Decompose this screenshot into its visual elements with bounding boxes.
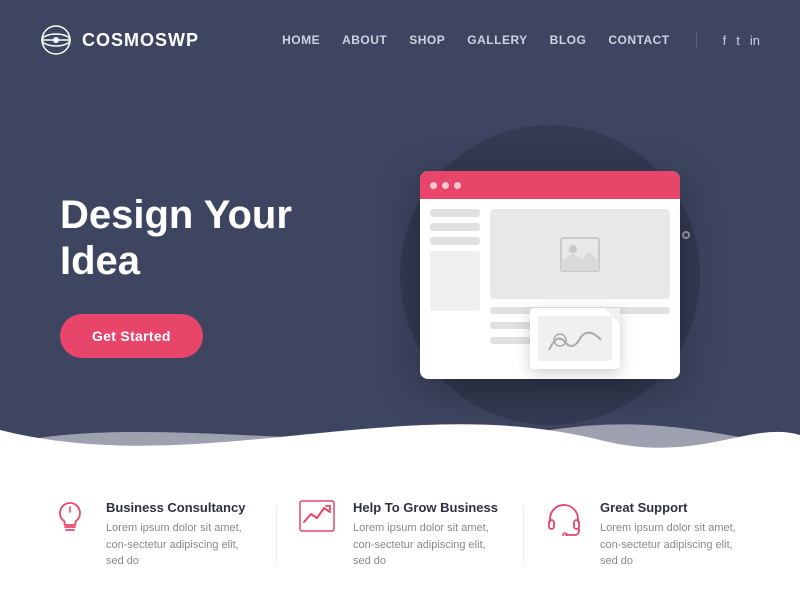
hero-title: Design Your Idea [60, 192, 360, 284]
nav-contact[interactable]: CONTACT [608, 33, 669, 47]
image-icon [560, 237, 600, 272]
hero-section: COSMOSWP HOME ABOUT SHOP GALLERY BLOG CO… [0, 0, 800, 470]
business-icon-wrap [50, 500, 90, 536]
browser-image [490, 209, 670, 299]
feature-business-text: Business Consultancy Lorem ipsum dolor s… [106, 500, 256, 570]
feature-business: Business Consultancy Lorem ipsum dolor s… [50, 500, 256, 570]
feature-support: Great Support Lorem ipsum dolor sit amet… [544, 500, 750, 570]
browser-mockup [420, 171, 680, 379]
brand-name: COSMOSWP [82, 30, 199, 51]
browser-bar [420, 171, 680, 199]
sidebar-line-2 [430, 223, 480, 231]
feature-divider-2 [523, 505, 524, 565]
feature-support-desc: Lorem ipsum dolor sit amet, con-sectetur… [600, 520, 750, 570]
nav-home[interactable]: HOME [282, 33, 320, 47]
features-section: Business Consultancy Lorem ipsum dolor s… [0, 470, 800, 600]
logo-icon [40, 24, 72, 56]
feature-grow-title: Help To Grow Business [353, 500, 503, 515]
doc-card [530, 308, 620, 369]
feature-grow: Help To Grow Business Lorem ipsum dolor … [297, 500, 503, 570]
nav-gallery[interactable]: GALLERY [467, 33, 527, 47]
sidebar-line-3 [430, 237, 480, 245]
doc-chart-icon [545, 322, 605, 357]
browser-dot-1 [430, 182, 437, 189]
grow-icon-wrap [297, 500, 337, 532]
linkedin-icon[interactable]: in [750, 33, 760, 48]
twitter-icon[interactable]: t [736, 33, 740, 48]
nav-blog[interactable]: BLOG [550, 33, 587, 47]
headset-icon [546, 500, 582, 536]
nav-about[interactable]: ABOUT [342, 33, 387, 47]
hero-right: + + + [360, 171, 740, 379]
logo-area[interactable]: COSMOSWP [40, 24, 199, 56]
sidebar-box [430, 251, 480, 311]
feature-business-desc: Lorem ipsum dolor sit amet, con-sectetur… [106, 520, 256, 570]
feature-support-text: Great Support Lorem ipsum dolor sit amet… [600, 500, 750, 570]
hero-wave [0, 390, 800, 470]
header: COSMOSWP HOME ABOUT SHOP GALLERY BLOG CO… [0, 0, 800, 80]
chart-up-icon [299, 500, 335, 532]
sidebar-line-1 [430, 209, 480, 217]
main-nav: HOME ABOUT SHOP GALLERY BLOG CONTACT f t… [282, 32, 760, 48]
browser-dot-3 [454, 182, 461, 189]
feature-business-title: Business Consultancy [106, 500, 256, 515]
facebook-icon[interactable]: f [723, 33, 727, 48]
browser-sidebar [430, 209, 480, 369]
get-started-button[interactable]: Get Started [60, 314, 203, 358]
support-icon-wrap [544, 500, 584, 536]
dot-5 [682, 231, 690, 239]
feature-support-title: Great Support [600, 500, 750, 515]
nav-divider [696, 32, 697, 48]
hero-left: Design Your Idea Get Started [60, 192, 360, 358]
nav-shop[interactable]: SHOP [409, 33, 445, 47]
lightbulb-icon [54, 500, 86, 536]
feature-grow-text: Help To Grow Business Lorem ipsum dolor … [353, 500, 503, 570]
browser-dot-2 [442, 182, 449, 189]
feature-divider-1 [276, 505, 277, 565]
social-links: f t in [723, 33, 760, 48]
doc-image [538, 316, 612, 361]
feature-grow-desc: Lorem ipsum dolor sit amet, con-sectetur… [353, 520, 503, 570]
